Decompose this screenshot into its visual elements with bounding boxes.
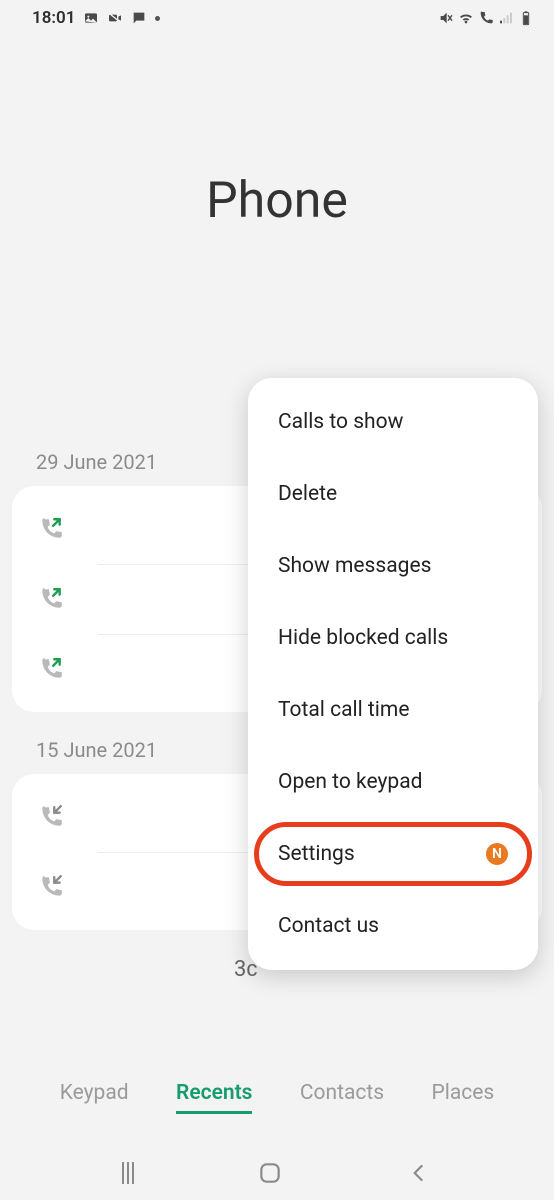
status-right	[438, 10, 534, 26]
menu-item-open-to-keypad[interactable]: Open to keypad	[248, 746, 538, 818]
bottom-tabs: Keypad Recents Contacts Places	[0, 1075, 554, 1114]
new-badge: N	[486, 843, 508, 865]
image-icon	[83, 10, 99, 26]
menu-item-hide-blocked-calls[interactable]: Hide blocked calls	[248, 602, 538, 674]
video-off-icon	[107, 10, 123, 26]
signal-icon	[498, 10, 514, 26]
overflow-menu: Calls to show Delete Show messages Hide …	[248, 378, 538, 970]
call-forward-icon	[478, 10, 494, 26]
incoming-call-icon	[38, 804, 64, 830]
battery-icon	[518, 10, 534, 26]
nav-back-icon[interactable]	[406, 1160, 432, 1186]
tab-recents[interactable]: Recents	[176, 1075, 252, 1114]
menu-item-settings[interactable]: Settings N	[248, 818, 538, 890]
status-bar: 18:01	[0, 0, 554, 32]
incoming-call-icon	[38, 874, 64, 900]
nav-recents-icon[interactable]	[122, 1162, 134, 1184]
outgoing-call-icon	[38, 516, 64, 542]
outgoing-call-icon	[38, 656, 64, 682]
tab-places[interactable]: Places	[432, 1075, 495, 1114]
menu-item-show-messages[interactable]: Show messages	[248, 530, 538, 602]
nav-home-icon[interactable]	[257, 1160, 283, 1186]
more-dot-icon	[155, 16, 160, 21]
menu-item-calls-to-show[interactable]: Calls to show	[248, 386, 538, 458]
status-time: 18:01	[32, 8, 75, 28]
page-title: Phone	[0, 172, 554, 230]
chat-icon	[131, 10, 147, 26]
menu-item-delete[interactable]: Delete	[248, 458, 538, 530]
android-nav-bar	[0, 1160, 554, 1186]
menu-item-total-call-time[interactable]: Total call time	[248, 674, 538, 746]
status-left: 18:01	[32, 8, 160, 28]
tab-keypad[interactable]: Keypad	[60, 1075, 129, 1114]
menu-item-contact-us[interactable]: Contact us	[248, 890, 538, 962]
mute-icon	[438, 10, 454, 26]
wifi-icon	[458, 10, 474, 26]
outgoing-call-icon	[38, 586, 64, 612]
tab-contacts[interactable]: Contacts	[300, 1075, 384, 1114]
